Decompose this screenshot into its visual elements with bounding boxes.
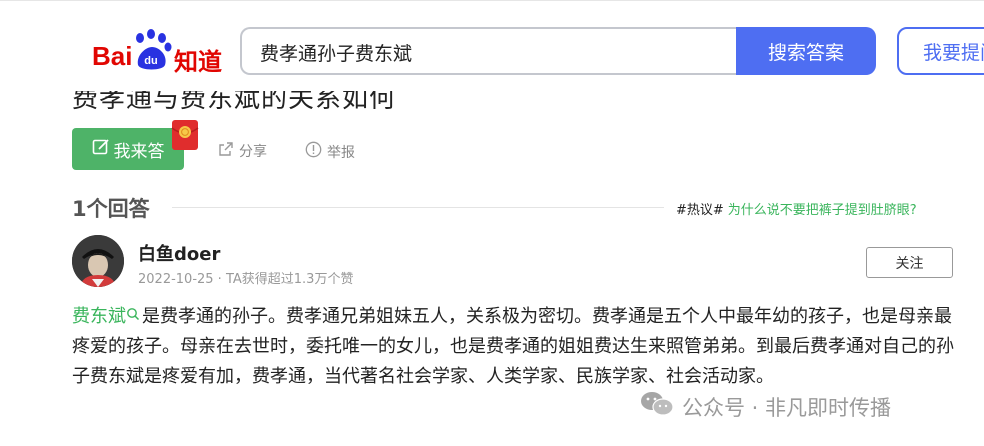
logo-du-text: du: [144, 55, 157, 67]
answers-count: 1个回答: [72, 197, 150, 221]
watermark-text: 公众号 · 非凡即时传播: [682, 395, 892, 420]
answer-content: 费东斌 是费孝通的孙子。费孝通兄弟姐妹五人，关系极为密切。费孝通是五个人中最年幼的…: [72, 302, 962, 392]
logo-zhidao-text: 知道: [174, 48, 222, 76]
wechat-icon: [640, 391, 674, 422]
follow-button[interactable]: 关注: [866, 247, 953, 278]
watermark: 公众号 · 非凡即时传播: [640, 391, 891, 422]
report-label: 举报: [327, 144, 355, 161]
search-small-icon[interactable]: [126, 306, 142, 327]
share-label: 分享: [239, 144, 267, 160]
top-search-bar: Bai du 知道 搜索答案 我要提问: [0, 0, 984, 91]
answer-button-label: 我来答: [113, 141, 165, 162]
answer-button[interactable]: 我来答: [72, 128, 184, 170]
logo-bai-text: Bai: [92, 41, 133, 71]
edit-icon: [92, 138, 110, 161]
paw-icon: du: [132, 29, 172, 75]
hot-topic-link[interactable]: 为什么说不要把裤子提到肚脐眼?: [728, 203, 917, 218]
share-icon: [218, 141, 234, 161]
keyword-link[interactable]: 费东斌: [72, 306, 126, 327]
username[interactable]: 白鱼doer: [138, 240, 220, 266]
answer-text: 是费孝通的孙子。费孝通兄弟姐妹五人，关系极为密切。费孝通是五个人中最年幼的孩子，…: [72, 306, 954, 387]
share-action[interactable]: 分享: [218, 141, 267, 161]
search-answer-button[interactable]: 搜索答案: [736, 27, 876, 75]
section-divider: [172, 207, 664, 208]
report-icon: [305, 141, 322, 162]
hot-tag: #热议#: [676, 203, 724, 218]
answer-meta: 2022-10-25 · TA获得超过1.3万个赞: [138, 272, 354, 287]
avatar[interactable]: [72, 235, 124, 287]
report-action[interactable]: 举报: [305, 141, 355, 162]
ask-question-button[interactable]: 我要提问: [897, 27, 984, 75]
search-box: [240, 27, 736, 75]
red-packet-icon[interactable]: [170, 116, 200, 156]
hot-topic: #热议# 为什么说不要把裤子提到肚脐眼?: [676, 199, 917, 218]
search-input[interactable]: [258, 38, 722, 66]
